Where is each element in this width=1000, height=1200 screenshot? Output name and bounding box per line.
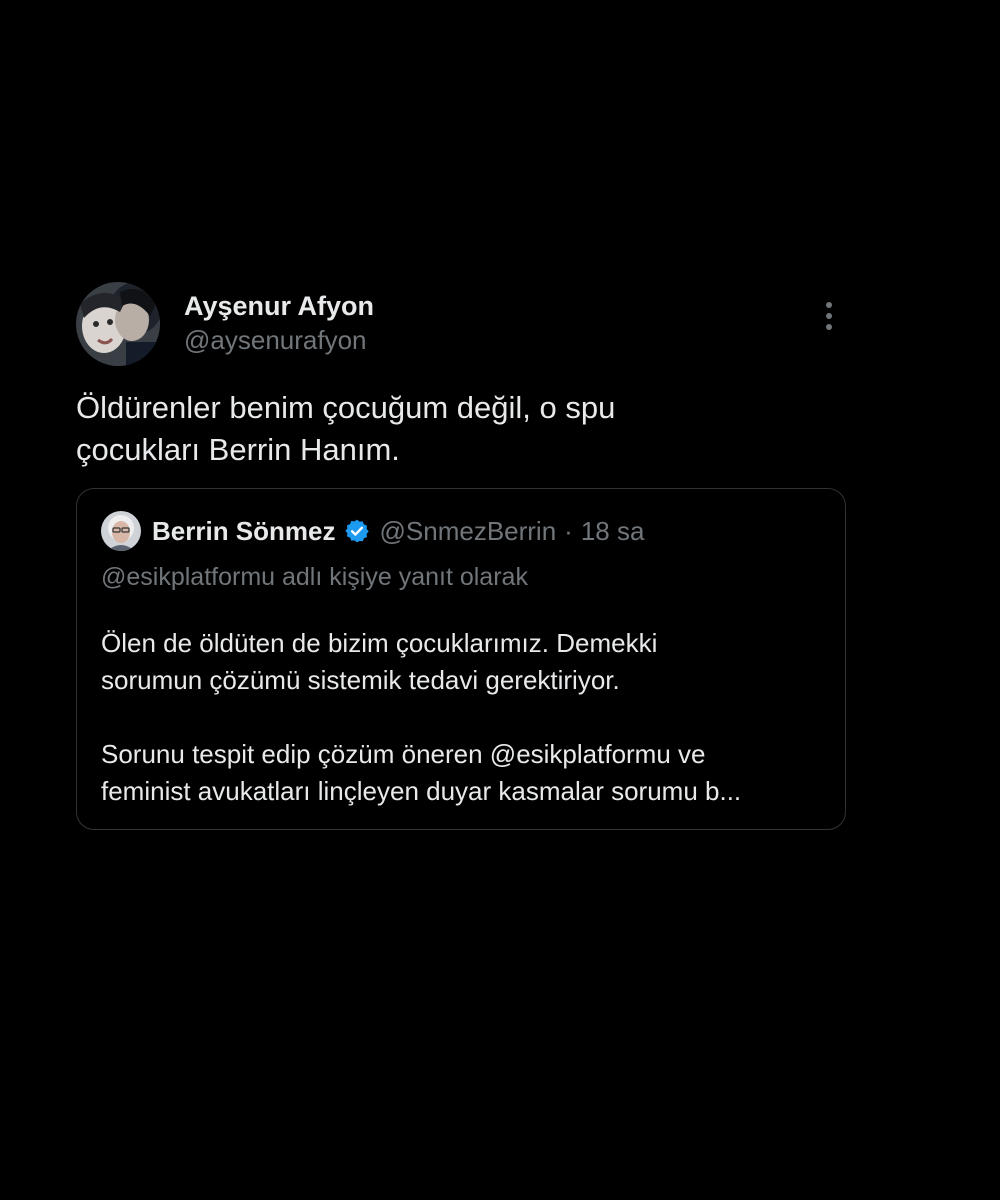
quoted-tweet-text: Ölen de öldüten de bizim çocuklarımız. D… (101, 625, 831, 810)
quoted-text-line: Ölen de öldüten de bizim çocuklarımız. D… (101, 628, 658, 658)
quoted-tweet-header: Berrin Sönmez @SnmezBerrin · 18 sa (101, 511, 644, 551)
quoted-text-line: Ölen de öldüten de bizim çocuklarımız. D… (101, 625, 831, 699)
more-options-icon[interactable] (816, 296, 842, 336)
reply-context: @esikplatformu adlı kişiye yanıt olarak (101, 563, 528, 591)
author-name[interactable]: Ayşenur Afyon (184, 291, 374, 322)
quoted-tweet-card[interactable]: Berrin Sönmez @SnmezBerrin · 18 sa @esik… (76, 488, 846, 830)
quoted-text-line: sorumun çözümü sistemik tedavi gerektiri… (101, 665, 620, 695)
quoted-author-handle[interactable]: @SnmezBerrin (380, 516, 557, 547)
quoted-tweet-time[interactable]: 18 sa (581, 516, 645, 547)
quoted-author-avatar[interactable] (101, 511, 141, 551)
tweet-text: Öldürenler benim çocuğum değil, o spu ço… (76, 387, 836, 471)
author-handle[interactable]: @aysenurafyon (184, 325, 367, 356)
tweet-text-line: çocukları Berrin Hanım. (76, 432, 400, 467)
tweet-text-line: Öldürenler benim çocuğum değil, o spu (76, 390, 616, 425)
header-separator: · (564, 515, 573, 546)
quoted-text-line: Sorunu tespit edip çözüm öneren @esikpla… (101, 739, 706, 769)
quoted-author-name[interactable]: Berrin Sönmez (152, 516, 336, 547)
author-avatar[interactable] (76, 282, 160, 366)
quoted-text-line: Sorunu tespit edip çözüm öneren @esikpla… (101, 736, 831, 810)
verified-badge-icon (344, 519, 369, 543)
quoted-text-line: feminist avukatları linçleyen duyar kasm… (101, 776, 742, 806)
